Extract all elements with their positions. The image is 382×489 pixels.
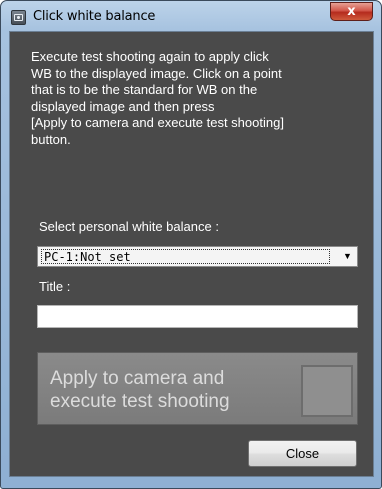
camera-icon [11, 10, 26, 25]
apply-button-label: Apply to camera and execute test shootin… [50, 368, 230, 412]
apply-button-indicator [301, 365, 353, 417]
window-close-button[interactable]: x [330, 2, 373, 21]
dialog-window: Click white balance x Execute test shoot… [0, 0, 382, 489]
chevron-down-icon[interactable]: ▼ [340, 250, 355, 263]
personal-wb-selected-value: PC-1:Not set [41, 249, 330, 264]
personal-wb-label: Select personal white balance : [39, 219, 219, 234]
close-button[interactable]: Close [248, 440, 357, 467]
personal-wb-select[interactable]: PC-1:Not set ▼ [37, 246, 358, 267]
title-input[interactable] [37, 305, 358, 328]
instructions-text: Execute test shooting again to apply cli… [31, 49, 284, 147]
apply-and-test-shoot-button[interactable]: Apply to camera and execute test shootin… [37, 352, 358, 425]
close-icon: x [347, 4, 356, 19]
title-field-label: Title : [39, 279, 71, 294]
window-title: Click white balance [33, 9, 156, 24]
title-bar[interactable]: Click white balance x [1, 1, 381, 31]
